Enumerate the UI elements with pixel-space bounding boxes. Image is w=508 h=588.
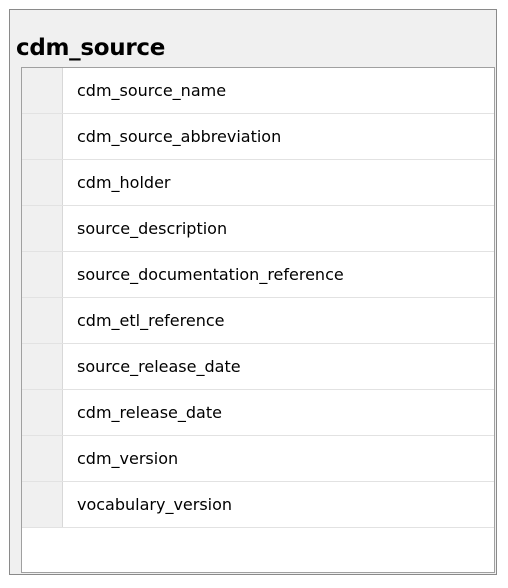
column-name: source_release_date xyxy=(77,357,241,376)
column-name: cdm_release_date xyxy=(77,403,222,422)
column-row[interactable]: source_documentation_reference xyxy=(22,252,494,298)
row-selector[interactable] xyxy=(22,390,63,435)
table-title: cdm_source xyxy=(16,35,166,61)
column-row[interactable]: cdm_source_name xyxy=(22,68,494,114)
row-selector[interactable] xyxy=(22,482,63,527)
column-row[interactable]: cdm_source_abbreviation xyxy=(22,114,494,160)
column-row[interactable]: cdm_release_date xyxy=(22,390,494,436)
column-row[interactable]: source_description xyxy=(22,206,494,252)
column-name: cdm_etl_reference xyxy=(77,311,225,330)
column-row[interactable]: source_release_date xyxy=(22,344,494,390)
column-row[interactable]: cdm_holder xyxy=(22,160,494,206)
column-name: cdm_holder xyxy=(77,173,171,192)
column-name: cdm_version xyxy=(77,449,179,468)
row-selector[interactable] xyxy=(22,436,63,481)
column-list: cdm_source_name cdm_source_abbreviation … xyxy=(21,67,495,573)
column-name: source_documentation_reference xyxy=(77,265,344,284)
column-row[interactable]: cdm_version xyxy=(22,436,494,482)
row-selector[interactable] xyxy=(22,344,63,389)
row-selector[interactable] xyxy=(22,298,63,343)
column-row[interactable]: vocabulary_version xyxy=(22,482,494,528)
row-selector[interactable] xyxy=(22,160,63,205)
column-name: source_description xyxy=(77,219,228,238)
row-selector[interactable] xyxy=(22,252,63,297)
column-name: cdm_source_abbreviation xyxy=(77,127,282,146)
column-row[interactable]: cdm_etl_reference xyxy=(22,298,494,344)
column-name: vocabulary_version xyxy=(77,495,233,514)
row-selector[interactable] xyxy=(22,206,63,251)
row-selector[interactable] xyxy=(22,68,63,113)
row-selector[interactable] xyxy=(22,114,63,159)
column-name: cdm_source_name xyxy=(77,81,227,100)
